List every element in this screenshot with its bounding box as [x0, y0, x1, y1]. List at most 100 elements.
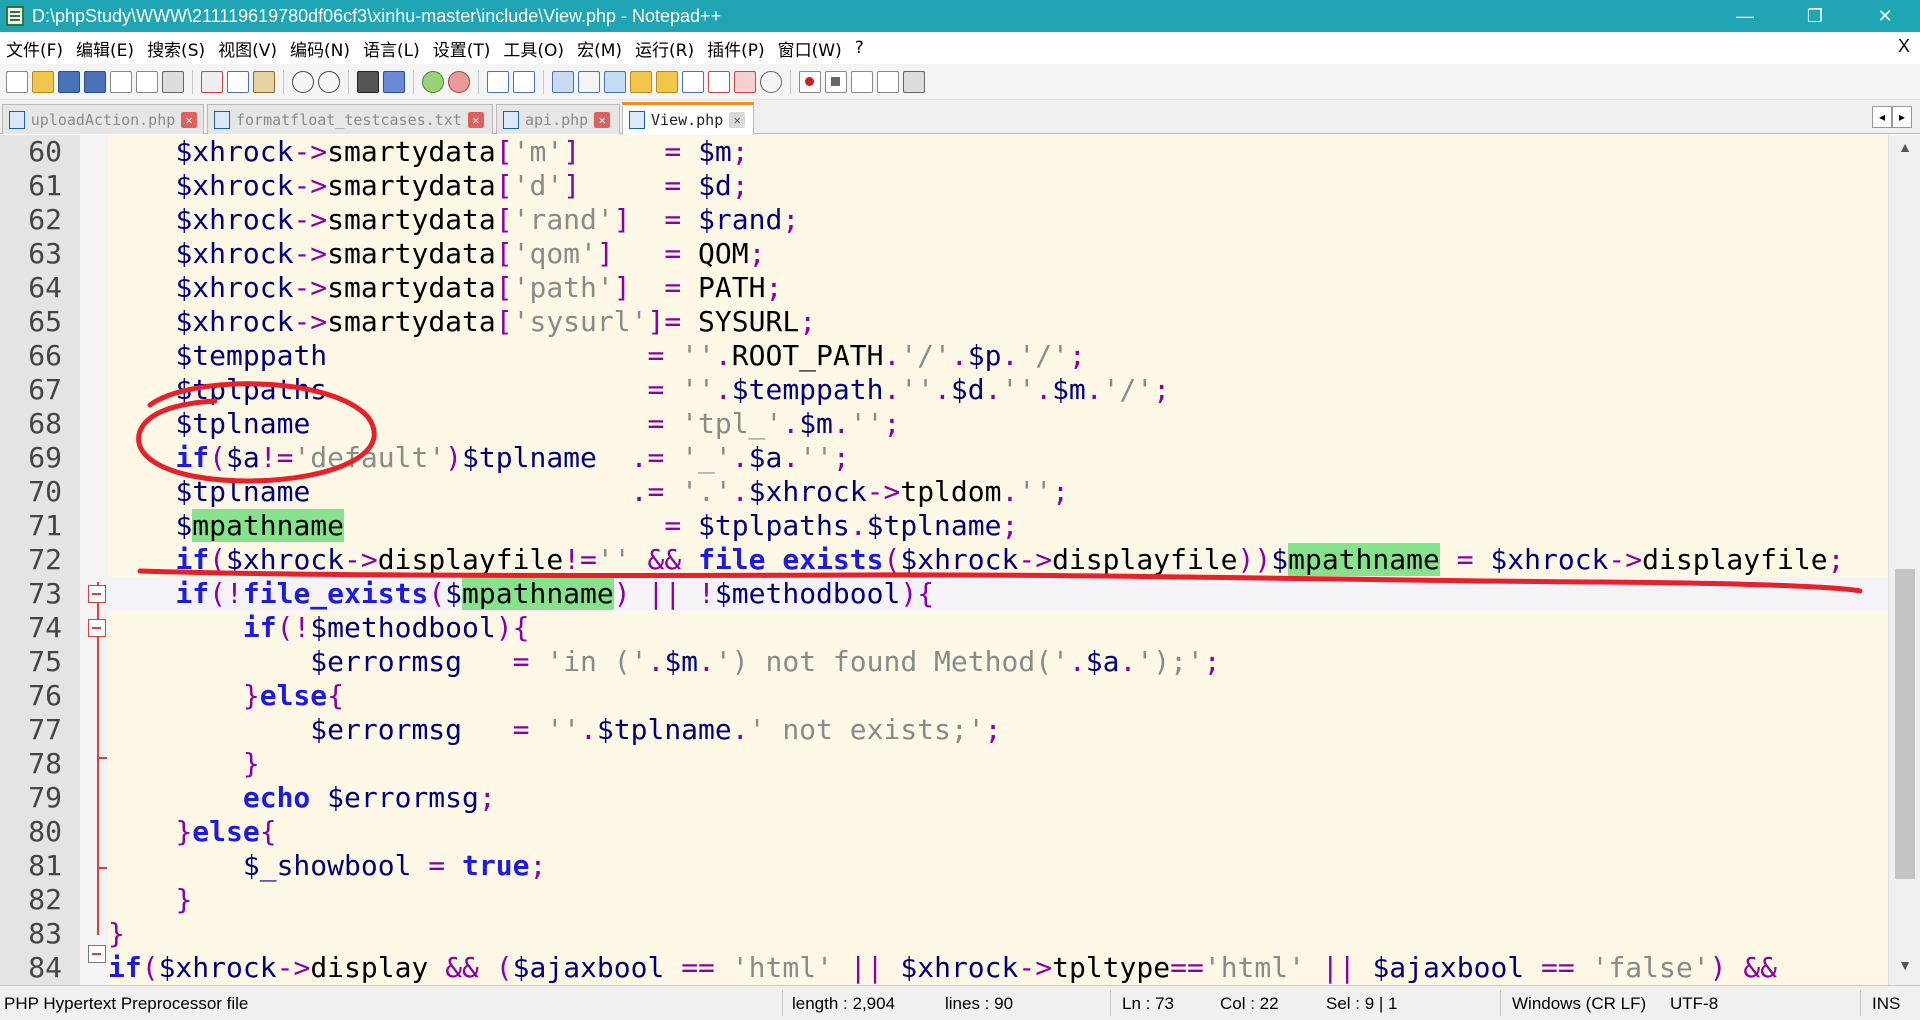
show-all-chars-icon[interactable] [578, 70, 600, 93]
tab-close-icon[interactable]: ✕ [181, 111, 197, 128]
code-line[interactable]: $errormsg = ''.$tplname.' not exists;'; [108, 713, 1888, 747]
status-encoding[interactable]: UTF-8 [1670, 994, 1718, 1014]
menu-macro[interactable]: 宏(M) [577, 36, 622, 61]
find-icon[interactable] [357, 70, 379, 93]
print-icon[interactable] [162, 70, 184, 93]
code-line[interactable]: if($xhrock->displayfile!='' && file_exis… [108, 543, 1888, 577]
menu-settings[interactable]: 设置(T) [433, 36, 491, 61]
menu-file[interactable]: 文件(F) [6, 36, 63, 61]
new-file-icon[interactable] [6, 70, 28, 93]
code-line[interactable]: $temppath = ''.ROOT_PATH.'/'.$p.'/'; [108, 339, 1888, 373]
replace-icon[interactable] [383, 70, 405, 93]
tab-view[interactable]: View.php ✕ [622, 102, 754, 135]
undo-icon[interactable] [292, 70, 314, 93]
zoom-out-icon[interactable] [448, 70, 470, 93]
menu-encoding[interactable]: 编码(N) [290, 36, 350, 61]
line-number: 65 [28, 305, 62, 338]
code-line[interactable]: $xhrock->smartydata['rand'] = $rand; [108, 203, 1888, 237]
fold-toggle-icon[interactable] [88, 619, 106, 637]
sync-horizontal-icon[interactable] [513, 70, 535, 93]
word-wrap-icon[interactable] [552, 70, 574, 93]
stop-macro-icon[interactable] [825, 70, 847, 93]
code-token: -> [293, 135, 328, 168]
status-eol[interactable]: Windows (CR LF) [1512, 994, 1646, 1014]
scroll-down-icon[interactable]: ▼ [1889, 957, 1920, 981]
play-macro-icon[interactable] [851, 70, 873, 93]
minimize-button[interactable]: — [1710, 0, 1780, 32]
code-line[interactable]: $_showbool = true; [108, 849, 1888, 883]
menu-plugins[interactable]: 插件(P) [707, 36, 765, 61]
menu-edit[interactable]: 编辑(E) [76, 36, 134, 61]
code-line[interactable]: }else{ [108, 679, 1888, 713]
scroll-up-icon[interactable]: ▲ [1889, 139, 1920, 163]
code-line[interactable]: if($xhrock->display && ($ajaxbool == 'ht… [108, 951, 1888, 985]
tab-uploadaction[interactable]: uploadAction.php ✕ [2, 104, 204, 134]
code-line[interactable]: $mpathname = $tplpaths.$tplname; [108, 509, 1888, 543]
menu-tools[interactable]: 工具(O) [503, 36, 564, 61]
menu-help[interactable]: ? [855, 38, 864, 58]
code-line[interactable]: }else{ [108, 815, 1888, 849]
close-button[interactable]: ✕ [1850, 0, 1920, 32]
copy-icon[interactable] [227, 70, 249, 93]
menu-view[interactable]: 视图(V) [218, 36, 277, 61]
lang-icon[interactable] [630, 70, 652, 93]
menu-window[interactable]: 窗口(W) [778, 36, 842, 61]
code-line[interactable]: $errormsg = 'in ('.$m.') not found Metho… [108, 645, 1888, 679]
doc-map-icon[interactable] [656, 70, 678, 93]
monitor-icon[interactable] [734, 70, 756, 93]
code-line[interactable]: } [108, 747, 1888, 781]
close-document-button[interactable]: X [1898, 36, 1910, 57]
code-line[interactable]: if(!file_exists($mpathname) || !$methodb… [108, 577, 1888, 611]
code-line[interactable]: if($a!='default')$tplname .= '_'.$a.''; [108, 441, 1888, 475]
code-line[interactable]: } [108, 883, 1888, 917]
redo-icon[interactable] [318, 70, 340, 93]
tab-close-icon[interactable]: ✕ [594, 111, 611, 128]
scroll-thumb[interactable] [1895, 569, 1915, 879]
eye-icon[interactable] [760, 70, 782, 93]
code-line[interactable]: $xhrock->smartydata['sysurl']= SYSURL; [108, 305, 1888, 339]
code-line[interactable]: $tplpaths = ''.$temppath.''.$d.''.$m.'/'… [108, 373, 1888, 407]
code-line[interactable]: if(!$methodbool){ [108, 611, 1888, 645]
menu-search[interactable]: 搜索(S) [147, 36, 205, 61]
maximize-button[interactable]: ❐ [1780, 0, 1850, 32]
code-line[interactable]: } [108, 917, 1888, 951]
paste-icon[interactable] [253, 70, 275, 93]
tab-close-icon[interactable]: ✕ [467, 111, 484, 128]
save-icon[interactable] [58, 70, 80, 93]
code-token: tpldom [900, 475, 1002, 508]
code-line[interactable]: $xhrock->smartydata['path'] = PATH; [108, 271, 1888, 305]
open-file-icon[interactable] [32, 70, 54, 93]
code-line[interactable]: $tplname = 'tpl_'.$m.''; [108, 407, 1888, 441]
record-macro-icon[interactable] [799, 70, 821, 93]
code-editor[interactable]: 60 61 62 63 64 65 66 67 68 69 70 71 72 7… [0, 135, 1920, 985]
menu-language[interactable]: 语言(L) [363, 36, 420, 61]
status-insert-mode[interactable]: INS [1872, 994, 1900, 1014]
save-macro-icon[interactable] [903, 70, 925, 93]
function-list-icon[interactable] [682, 70, 704, 93]
vertical-scrollbar[interactable]: ▲ ▼ [1888, 135, 1920, 985]
code-line[interactable]: echo $errormsg; [108, 781, 1888, 815]
cut-icon[interactable] [201, 70, 223, 93]
fold-toggle-icon[interactable] [88, 585, 106, 603]
run-macro-multiple-icon[interactable] [877, 70, 899, 93]
zoom-in-icon[interactable] [422, 70, 444, 93]
close-file-icon[interactable] [110, 70, 132, 93]
code-line[interactable]: $xhrock->smartydata['m'] = $m; [108, 135, 1888, 169]
tab-scroll-left-icon[interactable]: ◂ [1872, 106, 1892, 128]
indent-guide-icon[interactable] [604, 70, 626, 93]
save-all-icon[interactable] [84, 70, 106, 93]
tab-formatfloat[interactable]: formatfloat_testcases.txt ✕ [207, 104, 493, 134]
tab-scroll-right-icon[interactable]: ▸ [1892, 106, 1912, 128]
code-line[interactable]: $tplname .= '.'.$xhrock->tpldom.''; [108, 475, 1888, 509]
code-line[interactable]: $xhrock->smartydata['d'] = $d; [108, 169, 1888, 203]
code-line[interactable]: $xhrock->smartydata['qom'] = QOM; [108, 237, 1888, 271]
tab-close-icon[interactable]: ✕ [729, 112, 746, 128]
tab-api[interactable]: api.php ✕ [496, 104, 620, 134]
menu-run[interactable]: 运行(R) [635, 36, 694, 61]
folder-workspace-icon[interactable] [708, 70, 730, 93]
fold-toggle-icon[interactable] [88, 945, 106, 963]
sync-vertical-icon[interactable] [487, 70, 509, 93]
close-all-icon[interactable] [136, 70, 158, 93]
line-number: 76 [28, 679, 62, 712]
